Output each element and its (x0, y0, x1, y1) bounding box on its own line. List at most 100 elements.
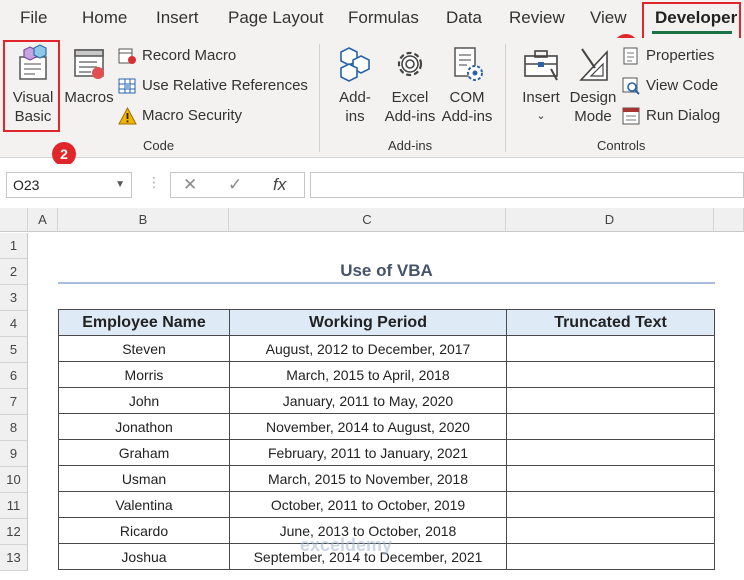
cell-name[interactable]: Valentina (58, 491, 230, 518)
cell-name[interactable]: Steven (58, 335, 230, 362)
formula-input[interactable] (310, 172, 744, 198)
row-header[interactable]: 4 (0, 311, 28, 337)
macros-icon (69, 44, 109, 84)
cell-name[interactable]: Usman (58, 465, 230, 492)
step-badge-2: 2 (52, 142, 76, 166)
excel-add-ins-button[interactable]: Excel Add-ins (381, 44, 439, 126)
cell-truncated[interactable] (506, 439, 715, 466)
tab-view[interactable]: View (590, 8, 627, 28)
cell-name[interactable]: Graham (58, 439, 230, 466)
chevron-down-icon: ⌄ (536, 110, 546, 122)
cell-name[interactable]: Ricardo (58, 517, 230, 544)
more-options-icon[interactable]: ⋮ (147, 174, 161, 191)
column-header-b[interactable]: B (58, 208, 229, 232)
cell-truncated[interactable] (506, 465, 715, 492)
tab-review[interactable]: Review (509, 8, 565, 28)
macros-button[interactable]: Macros (62, 44, 116, 107)
tab-file[interactable]: File (20, 8, 47, 28)
cell-truncated[interactable] (506, 517, 715, 544)
ribbon: Visual Basic Macros Record Macro Use Rel… (0, 38, 744, 158)
cancel-icon[interactable]: ✕ (183, 175, 197, 195)
cell-name[interactable]: Morris (58, 361, 230, 388)
cell-truncated[interactable] (506, 413, 715, 440)
row-header[interactable]: 7 (0, 389, 28, 415)
column-header-e[interactable] (714, 208, 744, 232)
row-header[interactable]: 3 (0, 285, 28, 311)
cell-name[interactable]: Jonathon (58, 413, 230, 440)
gear-icon (390, 44, 430, 84)
toolbox-icon (521, 44, 561, 84)
run-dialog-icon (622, 107, 641, 125)
select-all-corner[interactable] (0, 208, 28, 232)
column-header-a[interactable]: A (28, 208, 58, 232)
developer-highlight-box (642, 2, 741, 40)
tab-data[interactable]: Data (446, 8, 482, 28)
group-label-code: Code (143, 138, 175, 153)
row-header[interactable]: 13 (0, 545, 28, 571)
cell-period[interactable]: August, 2012 to December, 2017 (229, 335, 507, 362)
column-header-d[interactable]: D (506, 208, 714, 232)
cell-truncated[interactable] (506, 387, 715, 414)
cell-truncated[interactable] (506, 361, 715, 388)
add-ins-button[interactable]: Add- ins (331, 44, 379, 126)
cell-period[interactable]: January, 2011 to May, 2020 (229, 387, 507, 414)
chevron-down-icon[interactable]: ▼ (115, 173, 125, 197)
cell-truncated[interactable] (506, 543, 715, 570)
cell-period[interactable]: February, 2011 to January, 2021 (229, 439, 507, 466)
sheet-title[interactable]: Use of VBA (58, 258, 715, 284)
cell-period[interactable]: October, 2011 to October, 2019 (229, 491, 507, 518)
cell-name[interactable]: John (58, 387, 230, 414)
cell-truncated[interactable] (506, 491, 715, 518)
cell-period[interactable]: March, 2015 to November, 2018 (229, 465, 507, 492)
row-header[interactable]: 1 (0, 233, 28, 259)
record-macro-button[interactable]: Record Macro (118, 45, 236, 67)
row-header[interactable]: 9 (0, 441, 28, 467)
relative-references-icon (118, 77, 137, 95)
ribbon-separator (319, 44, 320, 152)
header-truncated-text[interactable]: Truncated Text (506, 309, 715, 336)
tab-home[interactable]: Home (82, 8, 127, 28)
row-header[interactable]: 5 (0, 337, 28, 363)
ribbon-separator (505, 44, 506, 152)
enter-icon[interactable]: ✓ (228, 175, 242, 195)
row-header[interactable]: 2 (0, 259, 28, 285)
use-relative-references-button[interactable]: Use Relative References (118, 75, 308, 97)
macro-security-button[interactable]: Macro Security (118, 105, 242, 127)
name-box[interactable]: O23 ▼ (6, 172, 132, 198)
cell-truncated[interactable] (506, 335, 715, 362)
run-dialog-button[interactable]: Run Dialog (622, 105, 720, 127)
watermark: exceldemy (300, 535, 393, 555)
header-working-period[interactable]: Working Period (229, 309, 507, 336)
record-macro-icon (118, 47, 137, 65)
row-header[interactable]: 12 (0, 519, 28, 545)
cell-period[interactable]: November, 2014 to August, 2020 (229, 413, 507, 440)
row-header[interactable]: 11 (0, 493, 28, 519)
header-employee-name[interactable]: Employee Name (58, 309, 230, 336)
design-mode-icon (573, 44, 613, 84)
table-header-row: Employee Name Working Period Truncated T… (58, 309, 715, 336)
insert-controls-button[interactable]: Insert ⌄ (518, 44, 564, 126)
ribbon-tab-bar: File Home Insert Page Layout Formulas Da… (0, 0, 744, 38)
com-add-ins-button[interactable]: COM Add-ins (438, 44, 496, 126)
design-mode-button[interactable]: Design Mode (566, 44, 620, 126)
column-header-c[interactable]: C (229, 208, 506, 232)
cell-name[interactable]: Joshua (58, 543, 230, 570)
row-header[interactable]: 10 (0, 467, 28, 493)
employee-table: Employee Name Working Period Truncated T… (58, 309, 715, 570)
tab-insert[interactable]: Insert (156, 8, 199, 28)
cell-period[interactable]: March, 2015 to April, 2018 (229, 361, 507, 388)
insert-function-icon[interactable]: fx (273, 175, 286, 195)
table-row: Jonathon November, 2014 to August, 2020 (58, 413, 715, 440)
title-underline (58, 282, 715, 284)
row-header[interactable]: 6 (0, 363, 28, 389)
hexagon-addins-icon (335, 44, 375, 84)
formula-buttons: ✕ ✓ fx (170, 172, 305, 198)
tab-formulas[interactable]: Formulas (348, 8, 419, 28)
properties-button[interactable]: Properties (622, 45, 714, 67)
table-row: Morris March, 2015 to April, 2018 (58, 361, 715, 388)
com-addins-icon (447, 44, 487, 84)
row-header[interactable]: 8 (0, 415, 28, 441)
table-row: Graham February, 2011 to January, 2021 (58, 439, 715, 466)
view-code-button[interactable]: View Code (622, 75, 718, 97)
tab-page-layout[interactable]: Page Layout (228, 8, 323, 28)
